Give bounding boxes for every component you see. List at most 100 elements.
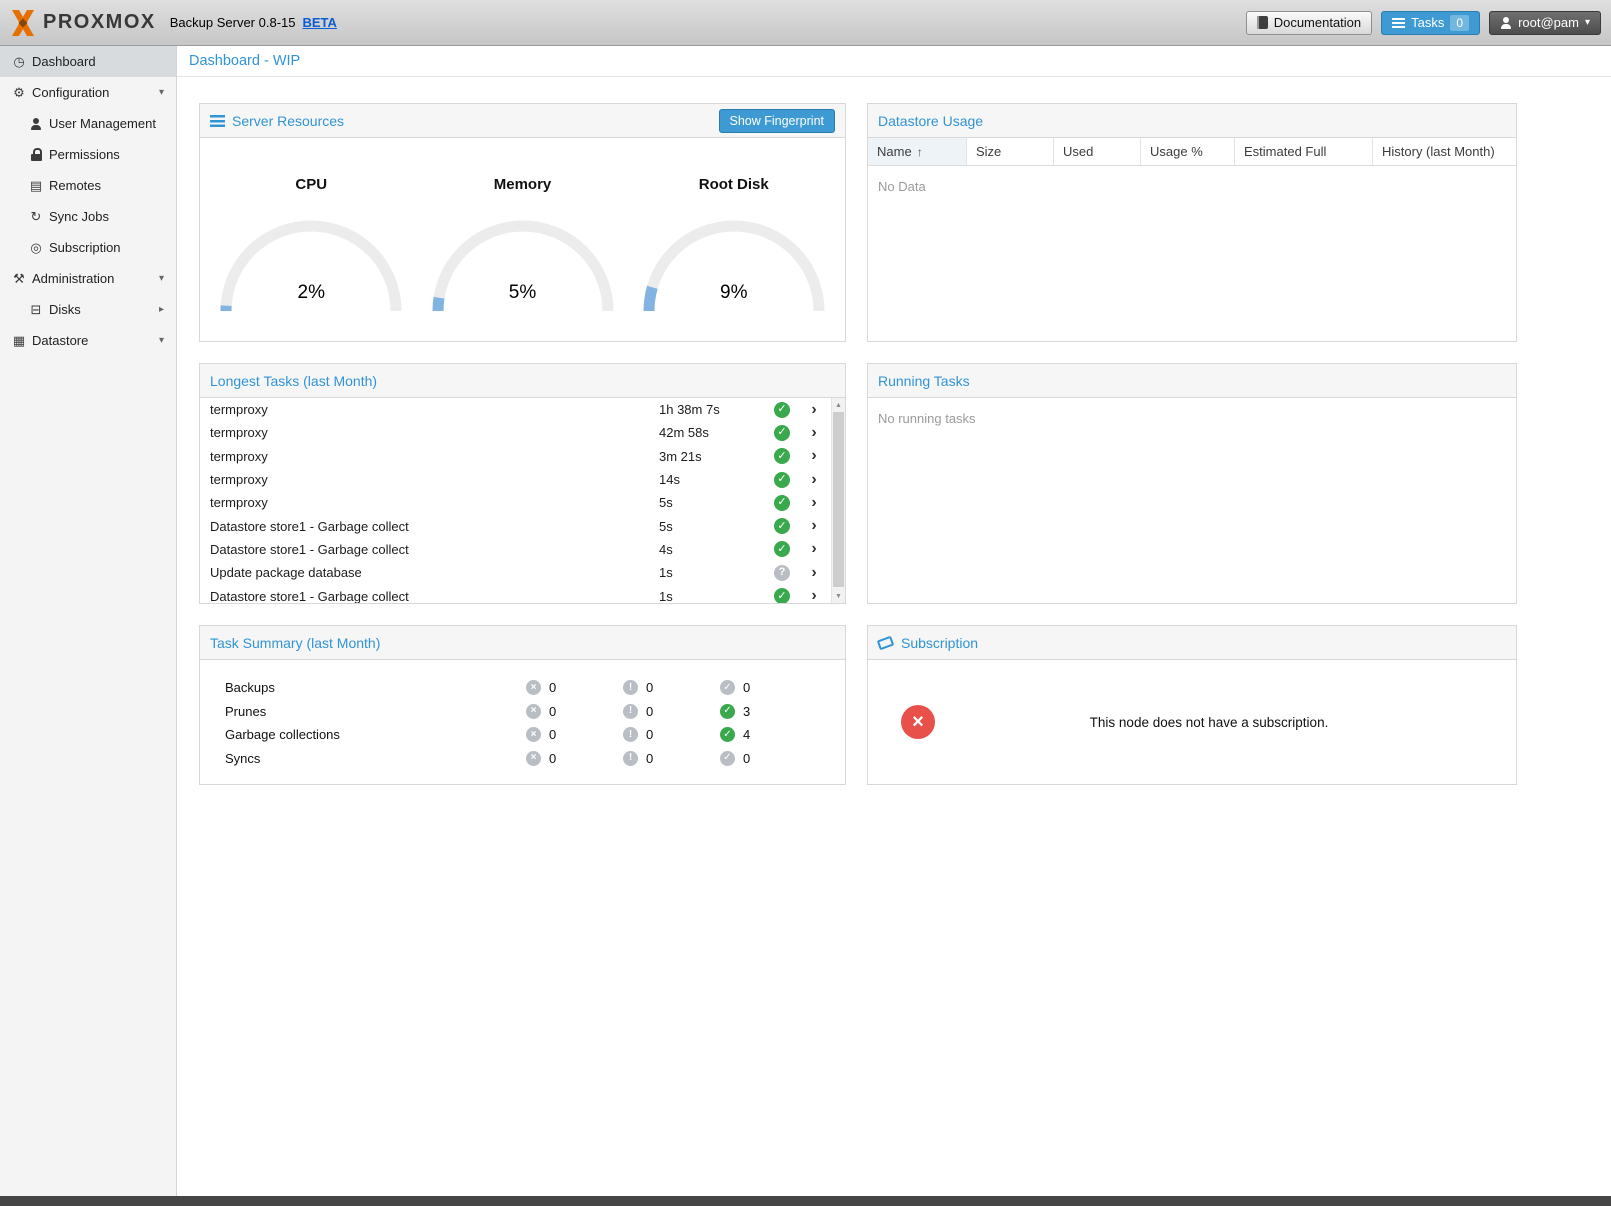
status-ok-icon: ✓ (774, 588, 790, 603)
caret-right-icon[interactable]: ▸ (159, 304, 164, 315)
open-task-button[interactable]: › (797, 495, 831, 511)
gauge-cpu: CPU2% (211, 176, 411, 317)
scroll-down-button[interactable]: ▼ (832, 589, 845, 603)
scrollbar-thumb[interactable] (833, 412, 844, 587)
server-icon: ▤ (27, 170, 45, 201)
longest-tasks-list: termproxy1h 38m 7s✓›termproxy42m 58s✓›te… (200, 398, 831, 603)
summary-count: 0 (646, 751, 653, 766)
sidebar-item-label: User Management (49, 116, 156, 131)
sidebar-item-datastore[interactable]: ▦Datastore▾ (0, 325, 176, 356)
scroll-up-button[interactable]: ▲ (832, 398, 845, 412)
column-header-estimated-full[interactable]: Estimated Full (1235, 138, 1373, 165)
task-status: ✓ (767, 472, 797, 488)
sidebar-item-configuration[interactable]: ⚙Configuration▾ (0, 77, 176, 108)
open-task-button[interactable]: › (797, 448, 831, 464)
task-row[interactable]: termproxy14s✓› (200, 468, 831, 491)
tasks-button[interactable]: Tasks 0 (1381, 11, 1480, 35)
summary-count: 0 (549, 704, 556, 719)
sidebar-item-user-management[interactable]: User Management (0, 108, 176, 139)
task-row[interactable]: termproxy42m 58s✓› (200, 421, 831, 444)
column-header-usage[interactable]: Usage % (1141, 138, 1235, 165)
window-bottom-strip (0, 1196, 1611, 1206)
caret-down-icon[interactable]: ▾ (159, 273, 164, 284)
sidebar-item-label: Sync Jobs (49, 209, 109, 224)
sidebar-item-label: Remotes (49, 178, 101, 193)
task-row[interactable]: termproxy5s✓› (200, 491, 831, 514)
caret-down-icon[interactable]: ▾ (159, 87, 164, 98)
book-icon (1257, 16, 1268, 29)
sort-up-icon: ↑ (917, 145, 923, 159)
summary-ok-cell: ✓0 (720, 680, 817, 695)
column-header-label: Estimated Full (1244, 144, 1326, 159)
server-resources-panel: Server Resources Show Fingerprint CPU2%M… (199, 103, 846, 342)
column-header-label: Size (976, 144, 1001, 159)
status-warning-icon: ! (623, 727, 638, 742)
server-resources-title: Server Resources (232, 113, 344, 129)
summary-warning-cell: !0 (623, 727, 720, 742)
open-task-button[interactable]: › (797, 588, 831, 603)
sidebar-item-permissions[interactable]: Permissions (0, 139, 176, 170)
task-duration: 1s (659, 565, 767, 580)
sidebar-item-label: Subscription (49, 240, 121, 255)
open-task-button[interactable]: › (797, 518, 831, 534)
open-task-button[interactable]: › (797, 425, 831, 441)
user-menu-button[interactable]: root@pam ▾ (1489, 11, 1601, 35)
column-header-size[interactable]: Size (967, 138, 1054, 165)
sidebar-item-administration[interactable]: ⚒Administration▾ (0, 263, 176, 294)
summary-ok-cell: ✓0 (720, 751, 817, 766)
gauge-value: 2% (216, 282, 406, 304)
status-ok-icon: ✓ (720, 704, 735, 719)
summary-error-cell: ×0 (526, 680, 623, 695)
sidebar-item-remotes[interactable]: ▤ Remotes (0, 170, 176, 201)
open-task-button[interactable]: › (797, 565, 831, 581)
datastore-usage-panel: Datastore Usage Name↑SizeUsedUsage %Esti… (867, 103, 1517, 342)
caret-down-icon[interactable]: ▾ (159, 335, 164, 346)
task-row[interactable]: termproxy3m 21s✓› (200, 445, 831, 468)
summary-label: Syncs (200, 751, 526, 766)
column-header-used[interactable]: Used (1054, 138, 1141, 165)
task-row[interactable]: termproxy1h 38m 7s✓› (200, 398, 831, 421)
gauge-root-disk: Root Disk9% (634, 176, 834, 317)
top-header: PROXMOX Backup Server 0.8-15 BETA Docume… (0, 0, 1611, 46)
scrollbar[interactable]: ▲ ▼ (831, 398, 845, 603)
task-row[interactable]: Update package database1s?› (200, 561, 831, 584)
task-name: Datastore store1 - Garbage collect (200, 519, 659, 534)
status-ok-icon: ✓ (774, 541, 790, 557)
summary-count: 3 (743, 704, 750, 719)
subscription-panel: Subscription × This node does not have a… (867, 625, 1517, 785)
documentation-button[interactable]: Documentation (1246, 11, 1372, 35)
task-duration: 1s (659, 589, 767, 603)
sidebar-item-disks[interactable]: ⊟Disks▸ (0, 294, 176, 325)
show-fingerprint-button[interactable]: Show Fingerprint (719, 109, 836, 133)
task-name: Datastore store1 - Garbage collect (200, 542, 659, 557)
column-header-name[interactable]: Name ↑ (868, 138, 967, 165)
sidebar-item-label: Disks (49, 302, 81, 317)
sidebar-item-sync-jobs[interactable]: ↻Sync Jobs (0, 201, 176, 232)
sidebar-item-label: Permissions (49, 147, 120, 162)
longest-tasks-panel: Longest Tasks (last Month) termproxy1h 3… (199, 363, 846, 604)
status-ok-icon: ✓ (774, 402, 790, 418)
open-task-button[interactable]: › (797, 402, 831, 418)
task-status: ✓ (767, 518, 797, 534)
open-task-button[interactable]: › (797, 472, 831, 488)
column-header-history-last-month[interactable]: History (last Month) (1373, 138, 1516, 165)
task-duration: 4s (659, 542, 767, 557)
task-name: Datastore store1 - Garbage collect (200, 589, 659, 603)
gauge-value: 9% (639, 282, 829, 304)
server-resources-icon (210, 115, 225, 127)
task-row[interactable]: Datastore store1 - Garbage collect1s ✓ › (200, 584, 831, 603)
task-summary-title: Task Summary (last Month) (210, 635, 380, 651)
beta-link[interactable]: BETA (302, 15, 336, 30)
summary-ok-cell: ✓3 (720, 704, 817, 719)
task-row[interactable]: Datastore store1 - Garbage collect4s ✓ › (200, 538, 831, 561)
sidebar-item-subscription[interactable]: ◎Subscription (0, 232, 176, 263)
task-row[interactable]: Datastore store1 - Garbage collect5s✓› (200, 514, 831, 537)
running-tasks-header: Running Tasks (868, 364, 1516, 398)
column-header-label: Name (877, 144, 912, 159)
sidebar-item-dashboard[interactable]: ◷Dashboard (0, 46, 176, 77)
user-icon (1500, 17, 1512, 29)
dashboard-panels: Server Resources Show Fingerprint CPU2%M… (177, 77, 1611, 785)
unlock-icon (27, 139, 45, 170)
open-task-button[interactable]: › (797, 541, 831, 557)
column-header-label: History (last Month) (1382, 144, 1495, 159)
